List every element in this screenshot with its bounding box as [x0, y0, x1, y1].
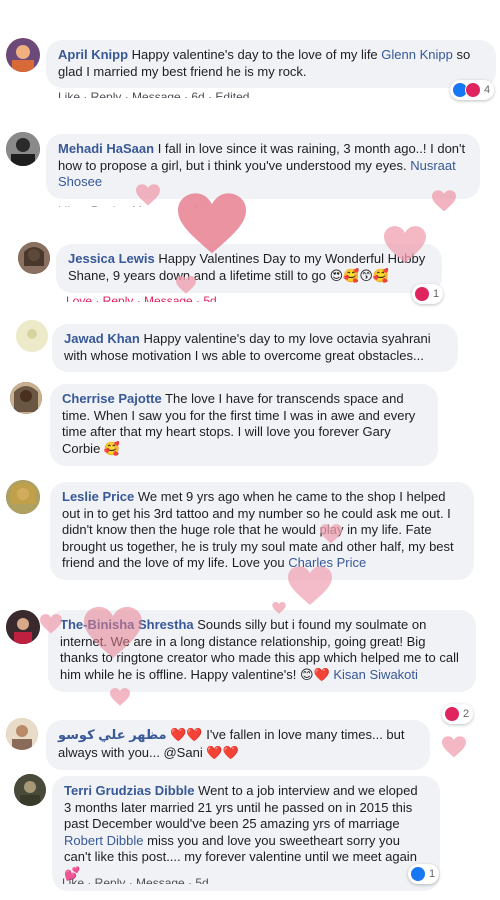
love-icon [444, 706, 460, 722]
comment-bubble: Mehadi HaSaan I fall in love since it wa… [46, 134, 480, 199]
comment-actions[interactable]: Like · Reply · Message · 6d [58, 202, 205, 207]
reaction-summary[interactable]: 4 [450, 80, 495, 100]
avatar-image [16, 320, 48, 352]
comment-actions[interactable]: Like · Reply · Message · 6d · Edited [58, 88, 249, 98]
reaction-count: 1 [429, 868, 436, 880]
reaction-count: 1 [433, 288, 440, 300]
comment-author[interactable]: Jessica Lewis [68, 251, 155, 266]
comment-bubble: The-Binisha Shrestha Sounds silly but i … [48, 610, 476, 692]
comment-bubble: Cherrise Pajotte The love I have for tra… [50, 384, 438, 466]
reaction-summary[interactable]: 1 [412, 284, 444, 304]
avatar[interactable] [6, 480, 40, 514]
comment-text: Happy valentine's day to the love of my … [128, 47, 382, 62]
love-icon [414, 286, 430, 302]
comment-actions[interactable]: Like · Reply · Message · 5d [62, 874, 209, 884]
comment-author[interactable]: مظهر علي كوسو [58, 727, 167, 742]
love-icon [465, 82, 481, 98]
comment-author[interactable]: Cherrise Pajotte [62, 391, 162, 406]
comment-emoji-2: ❤️❤️ [206, 745, 239, 761]
reaction-count: 2 [463, 708, 470, 720]
avatar-image [6, 718, 38, 750]
avatar-image [18, 242, 50, 274]
like-icon [410, 866, 426, 882]
comment-mention[interactable]: Robert Dibble [64, 833, 144, 848]
avatar[interactable] [6, 38, 40, 72]
comment-emoji: 😍🥰😙🥰 [329, 268, 390, 284]
comment-author[interactable]: Jawad Khan [64, 331, 140, 346]
comment-author[interactable]: The-Binisha Shrestha [60, 617, 194, 632]
avatar[interactable] [10, 382, 42, 414]
comment-mention[interactable]: Glenn Knipp [381, 47, 453, 62]
heart-decoration-small [442, 736, 466, 758]
comment-emoji: ❤️❤️ [170, 728, 203, 743]
avatar-image [14, 774, 46, 806]
avatar[interactable] [16, 320, 48, 352]
comment-emoji: 😊❤️ [299, 667, 330, 683]
comment-mention[interactable]: Charles Price [288, 555, 366, 570]
comment-bubble: Leslie Price We met 9 yrs ago when he ca… [50, 482, 474, 580]
comment-author[interactable]: Leslie Price [62, 489, 134, 504]
avatar-image [6, 38, 40, 72]
avatar[interactable] [18, 242, 50, 274]
comment-emoji: 🥰 [103, 441, 121, 457]
avatar[interactable] [14, 774, 46, 806]
comment-bubble: Jawad Khan Happy valentine's day to my l… [52, 324, 458, 372]
reaction-count: 4 [484, 84, 491, 96]
love-reaction-label[interactable]: Love · Reply · Message · 5d [66, 294, 217, 302]
avatar-image [6, 610, 40, 644]
comment-bubble: April Knipp Happy valentine's day to the… [46, 40, 496, 88]
comment-bubble: Jessica Lewis Happy Valentines Day to my… [56, 244, 442, 293]
avatar-image [10, 382, 42, 414]
avatar-image [6, 480, 40, 514]
reaction-summary[interactable]: 2 [442, 704, 474, 724]
reaction-summary[interactable]: 1 [408, 864, 440, 884]
comment-bubble: مظهر علي كوسو ❤️❤️ I've fallen in love m… [46, 720, 430, 770]
comment-author[interactable]: April Knipp [58, 47, 128, 62]
avatar[interactable] [6, 132, 40, 166]
comment-author[interactable]: Mehadi HaSaan [58, 141, 154, 156]
avatar[interactable] [6, 610, 40, 644]
avatar-image [6, 132, 40, 166]
comment-actions[interactable]: Love · Reply · Message · 5d [66, 292, 217, 302]
comment-mention[interactable]: Kisan Siwakoti [333, 667, 418, 682]
comment-author[interactable]: Terri Grudzias Dibble [64, 783, 195, 798]
avatar[interactable] [6, 718, 38, 750]
